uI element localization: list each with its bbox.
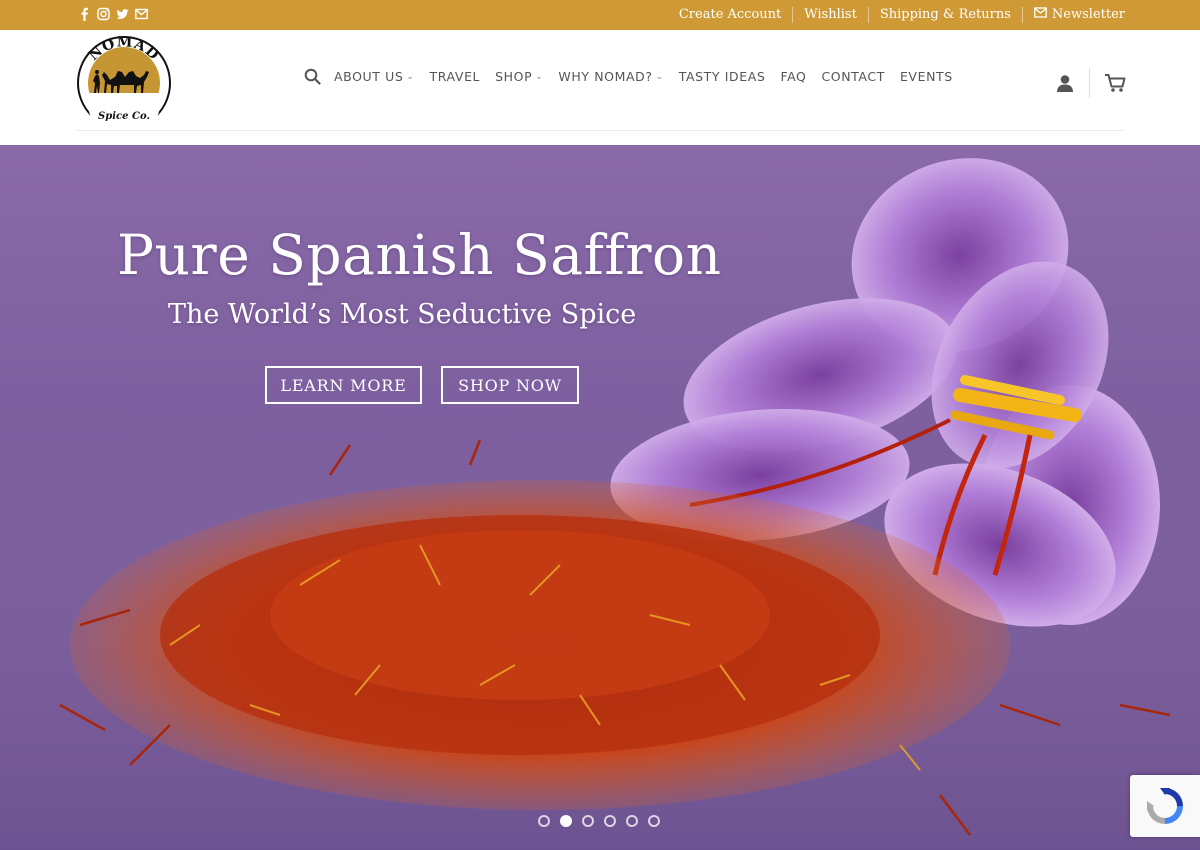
- facebook-icon[interactable]: [78, 7, 91, 21]
- nav-why-nomad[interactable]: WHY NOMAD? ⌄: [558, 69, 663, 84]
- header-divider-line: [75, 130, 1125, 131]
- site-header: NOMAD Spice Co. ABOUT US ⌄ TRAVEL SHOP ⌄ W…: [0, 30, 1200, 145]
- cart-icon[interactable]: [1104, 73, 1126, 93]
- slider-dot-5[interactable]: [626, 815, 638, 827]
- top-bar: Create Account Wishlist Shipping & Retur…: [0, 0, 1200, 30]
- hero-slider[interactable]: Pure Spanish Saffron The World’s Most Se…: [0, 145, 1200, 850]
- recaptcha-badge[interactable]: [1130, 775, 1200, 837]
- nav-about-us[interactable]: ABOUT US ⌄: [334, 69, 415, 84]
- header-actions: [1055, 68, 1126, 98]
- recaptcha-icon: [1147, 788, 1183, 824]
- nav-faq-label: FAQ: [780, 69, 807, 84]
- shipping-returns-link[interactable]: Shipping & Returns: [867, 7, 1022, 23]
- nomad-logo[interactable]: NOMAD Spice Co.: [74, 31, 174, 139]
- chevron-down-icon: ⌄: [535, 71, 544, 82]
- wishlist-label: Wishlist: [804, 7, 857, 22]
- newsletter-envelope-icon: [1034, 7, 1047, 23]
- nav-travel[interactable]: TRAVEL: [430, 69, 481, 84]
- slider-dot-6[interactable]: [648, 815, 660, 827]
- nav-tasty-ideas-label: TASTY IDEAS: [678, 69, 766, 84]
- logo-bottom-text: Spice Co.: [98, 111, 150, 122]
- user-icon[interactable]: [1055, 73, 1075, 93]
- shop-now-button[interactable]: SHOP NOW: [441, 366, 579, 404]
- nav-shop-label: SHOP: [495, 69, 533, 84]
- slider-dot-1[interactable]: [538, 815, 550, 827]
- hero-title: Pure Spanish Saffron: [117, 223, 722, 287]
- instagram-icon[interactable]: [97, 7, 110, 21]
- nav-tasty-ideas[interactable]: TASTY IDEAS: [679, 69, 766, 84]
- chevron-down-icon: ⌄: [655, 71, 664, 82]
- slider-dot-4[interactable]: [604, 815, 616, 827]
- twitter-icon[interactable]: [116, 7, 129, 21]
- search-icon[interactable]: [304, 68, 321, 85]
- slider-dot-3[interactable]: [582, 815, 594, 827]
- social-links: [78, 7, 148, 21]
- nav-shop[interactable]: SHOP ⌄: [495, 69, 543, 84]
- nav-travel-label: TRAVEL: [429, 69, 481, 84]
- main-nav: ABOUT US ⌄ TRAVEL SHOP ⌄ WHY NOMAD? ⌄ TASTY…: [304, 68, 968, 85]
- nav-contact[interactable]: CONTACT: [821, 69, 884, 84]
- account-links: Create Account Wishlist Shipping & Retur…: [668, 0, 1125, 30]
- header-divider: [1089, 68, 1090, 98]
- newsletter-link[interactable]: Newsletter: [1021, 7, 1125, 23]
- create-account-label: Create Account: [678, 7, 782, 22]
- nav-why-nomad-label: WHY NOMAD?: [558, 69, 653, 84]
- slider-dots: [538, 815, 660, 827]
- chevron-down-icon: ⌄: [406, 71, 415, 82]
- nav-contact-label: CONTACT: [821, 69, 885, 84]
- envelope-icon[interactable]: [135, 7, 148, 21]
- nav-events[interactable]: EVENTS: [900, 69, 953, 84]
- slider-dot-2[interactable]: [560, 815, 572, 827]
- create-account-link[interactable]: Create Account: [668, 7, 792, 23]
- nav-faq[interactable]: FAQ: [780, 69, 806, 84]
- wishlist-link[interactable]: Wishlist: [792, 7, 868, 23]
- newsletter-label: Newsletter: [1051, 7, 1125, 22]
- nav-events-label: EVENTS: [899, 69, 953, 84]
- learn-more-button[interactable]: LEARN MORE: [265, 366, 422, 404]
- nav-about-us-label: ABOUT US: [334, 69, 404, 84]
- shipping-returns-label: Shipping & Returns: [879, 7, 1011, 22]
- hero-subtitle: The World’s Most Seductive Spice: [168, 299, 637, 330]
